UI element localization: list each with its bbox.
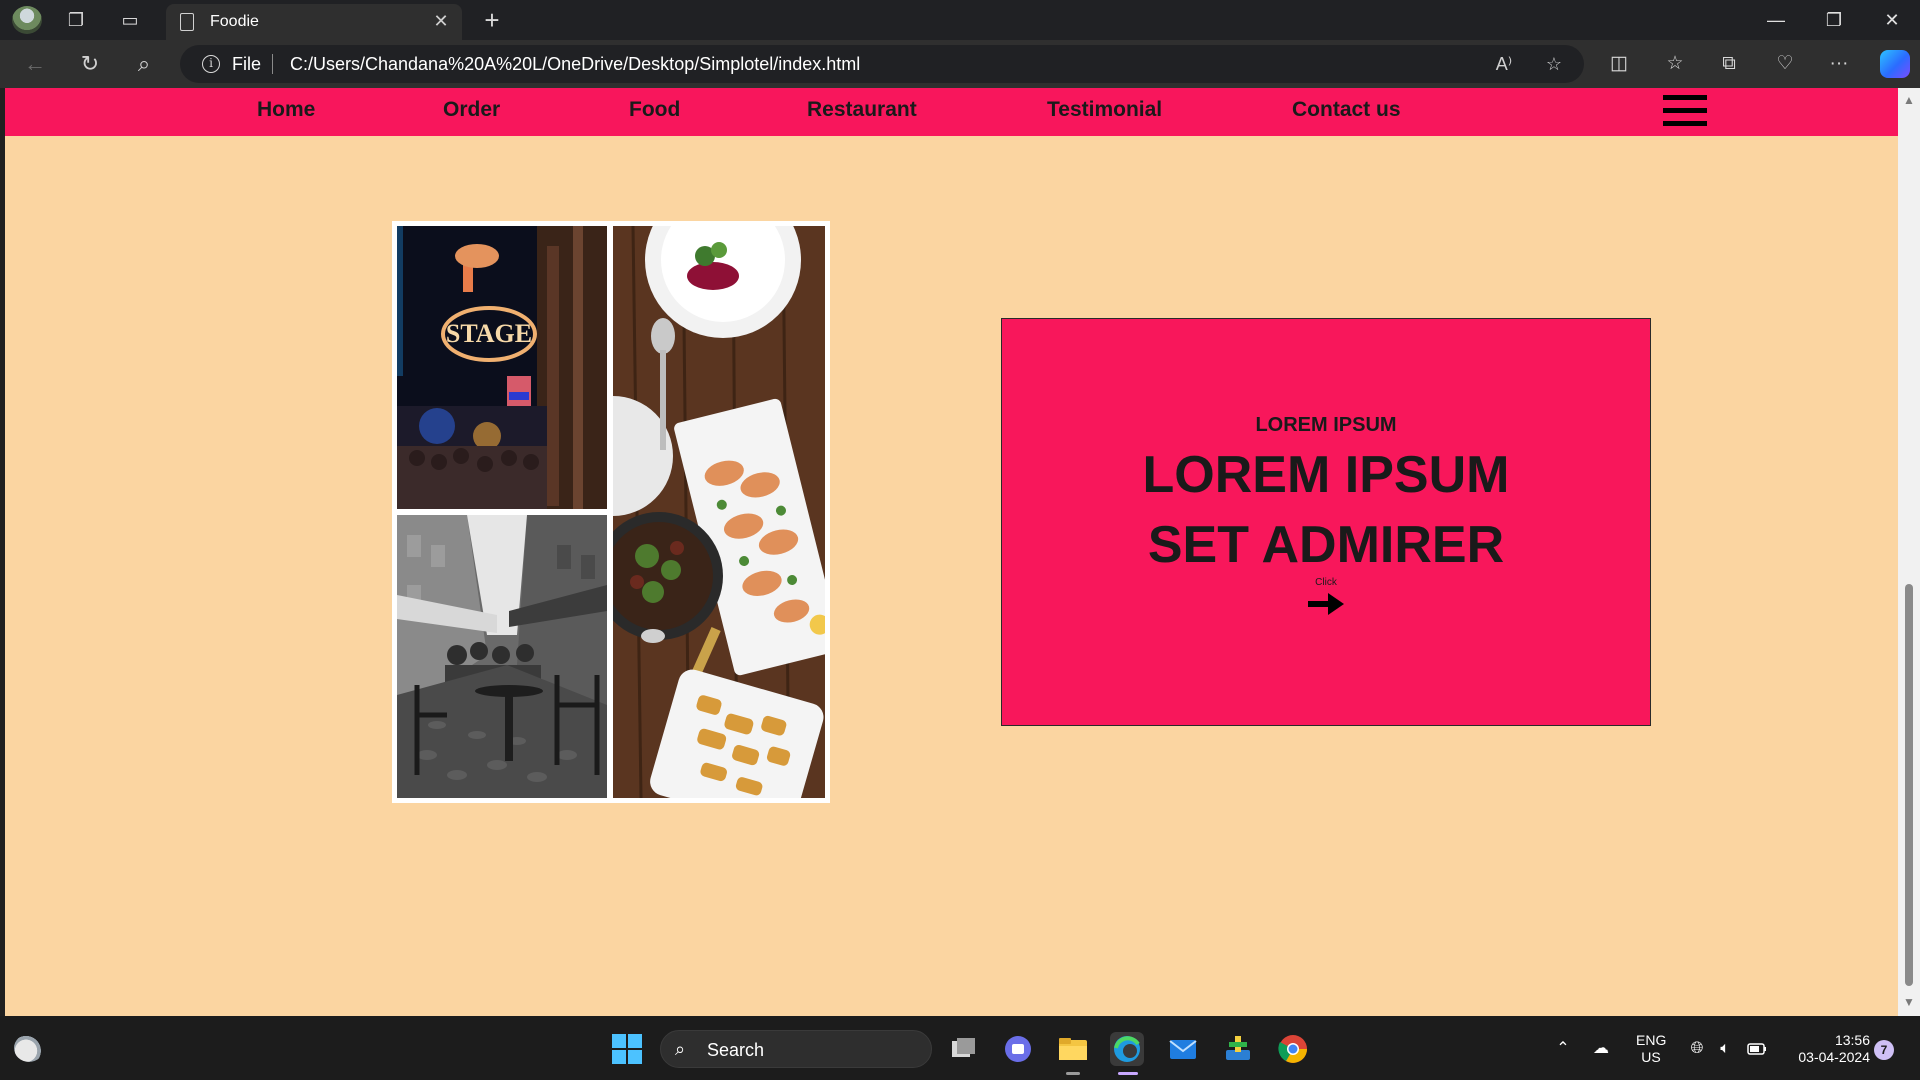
photo-food-table: [613, 226, 825, 798]
page-scrollbar[interactable]: ▲ ▼: [1898, 88, 1920, 1016]
language-code: ENG: [1636, 1032, 1667, 1048]
scroll-up-icon[interactable]: ▲: [1903, 94, 1915, 106]
clock-date: 03-04-2024: [1798, 1049, 1870, 1065]
volume-icon[interactable]: 🔈︎: [1714, 1038, 1736, 1060]
file-explorer-icon[interactable]: [1056, 1032, 1090, 1066]
arrow-right-icon[interactable]: [1308, 593, 1344, 615]
mail-icon[interactable]: [1166, 1032, 1200, 1066]
battery-icon[interactable]: [1746, 1038, 1768, 1060]
chrome-icon[interactable]: [1276, 1032, 1310, 1066]
tab-foodie[interactable]: Foodie ✕: [166, 4, 462, 40]
address-toolbar: ← ↻ ⌕ i File C:/Users/Chandana%20A%20L/O…: [0, 40, 1920, 88]
close-tab-icon[interactable]: ✕: [430, 10, 452, 32]
address-bar[interactable]: i File C:/Users/Chandana%20A%20L/OneDriv…: [180, 45, 1584, 83]
nav-link-contact-us[interactable]: Contact us: [1292, 98, 1401, 122]
new-tab-icon[interactable]: +: [478, 6, 506, 34]
address-url[interactable]: C:/Users/Chandana%20A%20L/OneDrive/Deskt…: [290, 54, 860, 75]
hero-kicker: LOREM IPSUM: [1255, 414, 1397, 436]
search-icon[interactable]: ⌕: [129, 50, 159, 78]
clock-time: 13:56: [1834, 1032, 1870, 1048]
site-navbar: Home Order Food Restaurant Testimonial C…: [5, 88, 1898, 136]
tab-strip: ❐ ▭ Foodie ✕ + — ❐ ✕: [0, 0, 1920, 40]
more-options-icon[interactable]: ···: [1824, 50, 1854, 78]
vertical-tabs-icon[interactable]: ▭: [118, 8, 142, 32]
tab-title: Foodie: [210, 13, 259, 30]
scroll-down-icon[interactable]: ▼: [1903, 996, 1915, 1008]
show-hidden-icons-icon[interactable]: ⌃: [1552, 1038, 1574, 1060]
address-separator: [272, 54, 273, 74]
nav-link-order[interactable]: Order: [443, 98, 500, 122]
teams-chat-icon[interactable]: [1001, 1032, 1035, 1066]
nav-link-home[interactable]: Home: [257, 98, 315, 122]
favorites-icon[interactable]: ☆: [1660, 50, 1690, 78]
restore-icon[interactable]: ❐: [1814, 6, 1854, 34]
collections-icon[interactable]: ⧉: [1714, 50, 1744, 78]
web-page: Home Order Food Restaurant Testimonial C…: [5, 88, 1898, 1016]
search-label: Search: [707, 1040, 765, 1060]
weather-icon[interactable]: [14, 1034, 44, 1062]
photo-neon-street: STAGE: [397, 226, 607, 509]
photo-alley-cafe: [397, 515, 607, 798]
search-icon: ⌕: [675, 1039, 686, 1059]
photo-collage: STAGE: [392, 221, 830, 803]
hamburger-menu-icon[interactable]: [1663, 95, 1707, 129]
address-scheme: File: [232, 54, 262, 74]
minimize-icon[interactable]: —: [1756, 6, 1796, 34]
edge-active-indicator: [1118, 1072, 1138, 1075]
favorite-star-icon[interactable]: ☆: [1542, 53, 1566, 75]
refresh-icon[interactable]: ↻: [75, 50, 105, 78]
edge-browser-icon[interactable]: [1110, 1032, 1144, 1066]
back-icon[interactable]: ←: [20, 50, 50, 78]
network-globe-icon[interactable]: 🌐︎: [1686, 1038, 1708, 1060]
close-window-icon[interactable]: ✕: [1872, 6, 1912, 34]
svg-text:STAGE: STAGE: [446, 319, 532, 348]
taskbar: ⌕ Search ⌃ ☁ ENG US 🌐︎ 🔈︎ 13:56 03-04-20…: [0, 1016, 1920, 1080]
scrollbar-thumb[interactable]: [1905, 584, 1913, 986]
profile-avatar[interactable]: [12, 6, 42, 34]
onedrive-offline-icon[interactable]: ☁: [1590, 1038, 1612, 1060]
notification-badge[interactable]: 7: [1874, 1040, 1894, 1060]
app-installer-icon[interactable]: [1221, 1032, 1255, 1066]
taskbar-search[interactable]: ⌕ Search: [660, 1030, 932, 1068]
workspaces-icon[interactable]: ❐: [64, 8, 88, 32]
nav-link-restaurant[interactable]: Restaurant: [807, 98, 917, 122]
windows-start-icon[interactable]: [612, 1034, 642, 1064]
explorer-running-indicator: [1066, 1072, 1080, 1075]
cta-label[interactable]: Click: [1002, 577, 1650, 588]
info-icon[interactable]: i: [202, 55, 220, 73]
nav-link-testimonial[interactable]: Testimonial: [1047, 98, 1162, 122]
region-code: US: [1641, 1049, 1661, 1065]
hero-card: LOREM IPSUM LOREM IPSUM SET ADMIRER Clic…: [1001, 318, 1651, 726]
copilot-icon[interactable]: [1880, 50, 1910, 78]
hero-headline-line1: LOREM IPSUM: [1142, 446, 1510, 504]
nav-link-food[interactable]: Food: [629, 98, 680, 122]
language-indicator[interactable]: ENG US: [1636, 1032, 1666, 1066]
split-screen-icon[interactable]: ◫: [1604, 50, 1634, 78]
hero-headline-line2: SET ADMIRER: [1147, 516, 1505, 574]
task-view-icon[interactable]: [946, 1032, 980, 1066]
browser-essentials-icon[interactable]: ♡: [1770, 50, 1800, 78]
page-icon: [180, 13, 194, 31]
read-aloud-icon[interactable]: A⁾: [1492, 53, 1516, 75]
clock[interactable]: 13:56 03-04-2024: [1782, 1032, 1870, 1066]
